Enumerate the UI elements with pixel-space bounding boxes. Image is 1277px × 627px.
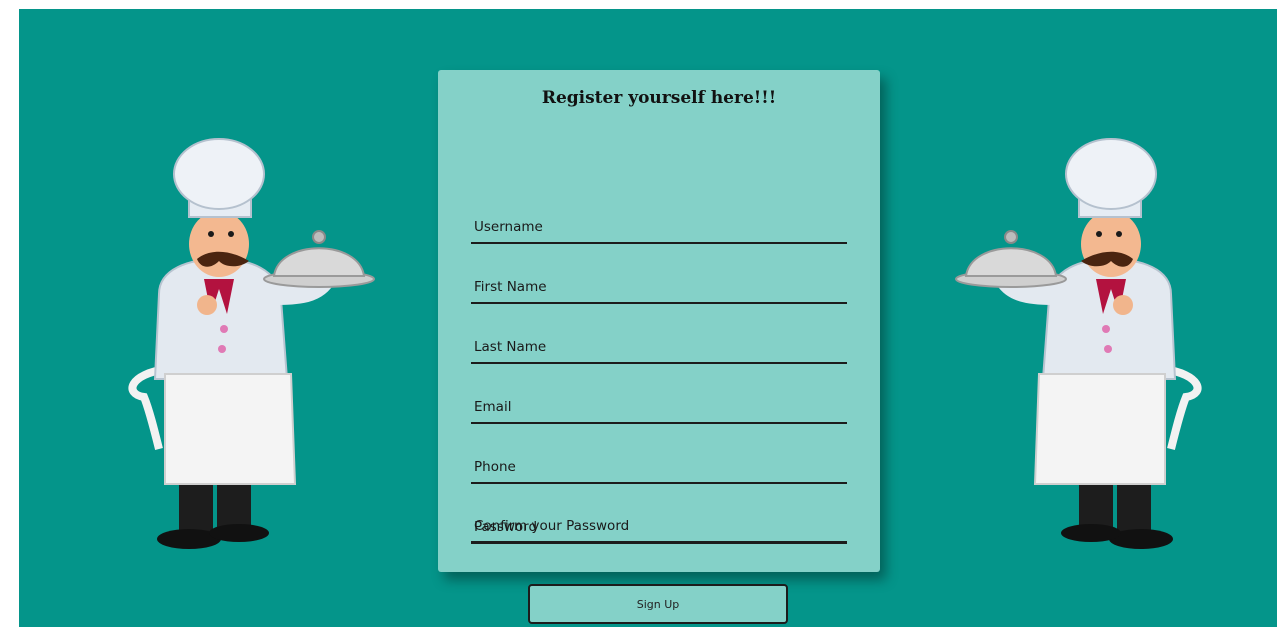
registration-card: Register yourself here!!! [438, 70, 880, 572]
first-name-input[interactable] [471, 272, 847, 302]
last-name-field [471, 332, 847, 364]
form-title: Register yourself here!!! [541, 88, 777, 108]
page-background: Register yourself here!!! Sign Up [19, 9, 1277, 627]
username-input[interactable] [471, 212, 847, 242]
username-field [471, 212, 847, 244]
chef-icon [955, 138, 1202, 549]
sign-up-button[interactable]: Sign Up [528, 584, 788, 624]
chef-right-illustration [955, 138, 1202, 549]
chef-left-illustration [128, 138, 375, 549]
chef-icon [128, 138, 375, 549]
phone-input[interactable] [471, 452, 847, 482]
last-name-input[interactable] [471, 332, 847, 362]
confirm-password-field [471, 511, 847, 543]
phone-field [471, 452, 847, 484]
email-input[interactable] [471, 392, 847, 422]
sign-up-label: Sign Up [636, 597, 680, 611]
confirm-password-input[interactable] [471, 511, 847, 541]
first-name-field [471, 272, 847, 304]
email-field [471, 392, 847, 424]
